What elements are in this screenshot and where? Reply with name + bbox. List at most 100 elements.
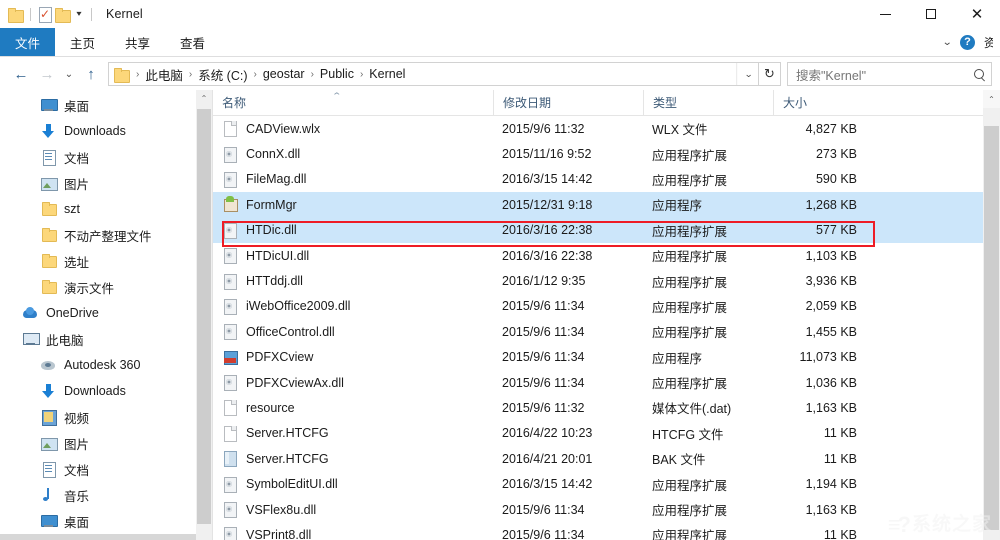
sidebar-item-0[interactable]: 桌面⚲: [0, 92, 212, 118]
breadcrumb-dropdown-icon[interactable]: ⌄: [736, 63, 760, 85]
file-date-cell: 2015/9/6 11:34: [502, 502, 585, 517]
close-button[interactable]: ✕: [954, 0, 1000, 28]
sidebar-item-5[interactable]: 不动产整理文件: [0, 222, 212, 248]
breadcrumb-sep-0: ›: [136, 68, 140, 80]
minimize-button[interactable]: [862, 0, 908, 28]
breadcrumb-bar[interactable]: › 此电脑 › 系统 (C:) › geostar › Public › Ker…: [108, 62, 759, 86]
download-icon: [40, 123, 57, 139]
tab-file[interactable]: 文件: [0, 28, 56, 56]
table-row[interactable]: FormMgr 2015/12/31 9:18 应用程序 1,268 KB: [213, 192, 1000, 218]
refresh-button[interactable]: ↻: [759, 62, 781, 86]
file-name-label: resource: [246, 400, 295, 415]
file-name-label: Server.HTCFG: [246, 426, 329, 441]
table-row[interactable]: resource 2015/9/6 11:32 媒体文件(.dat) 1,163 KB: [213, 395, 1000, 420]
sidebar-item-14[interactable]: 文档: [0, 456, 212, 482]
tab-share[interactable]: 共享: [110, 28, 165, 56]
table-row[interactable]: FileMag.dll 2016/3/15 14:42 应用程序扩展 590 KB: [213, 167, 1000, 192]
new-folder-icon[interactable]: [55, 7, 71, 23]
column-header-type-label: 类型: [653, 96, 678, 110]
tab-view[interactable]: 查看: [165, 28, 220, 56]
sidebar-item-17[interactable]: 系统 (C:): [0, 534, 212, 540]
music-icon: [40, 487, 57, 503]
table-row[interactable]: Server.HTCFG 2016/4/22 10:23 HTCFG 文件 11 KB: [213, 421, 1000, 446]
back-arrow-icon: ←: [13, 65, 29, 83]
sidebar-item-4[interactable]: szt: [0, 196, 212, 222]
file-size-cell: 11,073 KB: [799, 350, 857, 365]
table-row[interactable]: ConnX.dll 2015/11/16 9:52 应用程序扩展 273 KB: [213, 141, 1000, 166]
table-row[interactable]: HTTddj.dll 2016/1/12 9:35 应用程序扩展 3,936 KB: [213, 268, 1000, 293]
table-row[interactable]: SymbolEditUI.dll 2016/3/15 14:42 应用程序扩展 1,1…: [213, 471, 1000, 496]
sidebar-item-11[interactable]: Downloads: [0, 378, 212, 404]
blank-file-icon: [222, 425, 238, 442]
table-row[interactable]: HTDic.dll 2016/3/16 22:38 应用程序扩展 577 KB: [213, 217, 1000, 243]
maximize-button[interactable]: [908, 0, 954, 28]
breadcrumb-item-geostar[interactable]: geostar: [260, 67, 308, 81]
sidebar-item-3[interactable]: 图片⚲: [0, 170, 212, 196]
column-header-date[interactable]: 修改日期: [493, 90, 643, 116]
column-header-name[interactable]: 名称 ⌃: [213, 90, 493, 116]
column-header-size[interactable]: 大小: [773, 90, 863, 116]
qat-divider-1: [30, 7, 31, 21]
scrollbar-thumb[interactable]: [984, 126, 999, 530]
sidebar-item-16[interactable]: 桌面: [0, 508, 212, 534]
sidebar-item-6[interactable]: 选址: [0, 248, 212, 274]
table-row[interactable]: HTDicUI.dll 2016/3/16 22:38 应用程序扩展 1,103 KB: [213, 243, 1000, 268]
table-row[interactable]: Server.HTCFG 2016/4/21 20:01 BAK 文件 11 KB: [213, 446, 1000, 471]
file-list-scrollbar[interactable]: ⌃: [983, 90, 1000, 540]
search-input[interactable]: 搜索"Kernel": [787, 62, 992, 86]
breadcrumb-item-kernel[interactable]: Kernel: [366, 67, 408, 81]
file-name-label: iWebOffice2009.dll: [246, 299, 351, 314]
table-row[interactable]: PDFXCview 2015/9/6 11:34 应用程序 11,073 KB: [213, 345, 1000, 370]
sidebar-item-7[interactable]: 演示文件: [0, 274, 212, 300]
sidebar-item-label: 演示文件: [64, 281, 115, 296]
sidebar-item-label: 桌面: [64, 99, 90, 114]
chevron-down-icon[interactable]: ⌄: [942, 37, 952, 48]
recent-locations-button[interactable]: ⌄: [60, 61, 78, 87]
sidebar-item-1[interactable]: Downloads⚲: [0, 118, 212, 144]
blank-file-icon: [222, 399, 238, 417]
table-row[interactable]: VSPrint8.dll 2015/9/6 11:34 应用程序扩展 11 KB: [213, 522, 1000, 540]
sidebar-item-15[interactable]: 音乐: [0, 482, 212, 508]
file-date-cell: 2016/3/16 22:38: [502, 223, 593, 238]
forward-button[interactable]: →: [34, 61, 60, 87]
folder-icon: [40, 227, 57, 243]
properties-icon[interactable]: ✓: [38, 6, 52, 23]
qat-dropdown-icon[interactable]: ▾: [72, 9, 85, 19]
folder-icon: [40, 279, 57, 295]
file-size-cell: 11 KB: [823, 426, 857, 441]
back-button[interactable]: ←: [8, 61, 34, 87]
pdf-exe-icon: [222, 349, 238, 366]
column-header-type[interactable]: 类型: [643, 90, 773, 116]
table-row[interactable]: OfficeControl.dll 2015/9/6 11:34 应用程序扩展 1,4…: [213, 319, 1000, 344]
file-name-label: FormMgr: [246, 197, 297, 212]
table-row[interactable]: PDFXCviewAx.dll 2015/9/6 11:34 应用程序扩展 1,036…: [213, 370, 1000, 395]
scrollbar-thumb[interactable]: [197, 109, 211, 524]
sidebar-item-12[interactable]: 视频: [0, 404, 212, 430]
scroll-up-button[interactable]: ⌃: [196, 90, 212, 107]
sidebar-item-13[interactable]: 图片: [0, 430, 212, 456]
tab-home[interactable]: 主页: [55, 28, 110, 56]
breadcrumb-item-public[interactable]: Public: [317, 67, 357, 81]
breadcrumb-item-this-pc[interactable]: 此电脑: [142, 65, 186, 84]
file-explorer-window: ✓ ▾ Kernel ✕ 文件 主页 共享 查看 ⌄ ? 资 ← → ⌄ ↑ ›…: [0, 0, 1000, 540]
dll-file-icon: [222, 476, 238, 493]
table-row[interactable]: iWebOffice2009.dll 2015/9/6 11:34 应用程序扩展 2,…: [213, 294, 1000, 319]
sort-ascending-icon: ⌃: [331, 90, 343, 101]
table-row[interactable]: CADView.wlx 2015/9/6 11:32 WLX 文件 4,827 KB: [213, 116, 1000, 141]
folder-icon: [114, 67, 130, 83]
file-date-cell: 2016/3/15 14:42: [502, 172, 593, 187]
file-date-cell: 2015/9/6 11:34: [502, 299, 585, 314]
sidebar-item-8[interactable]: OneDrive: [0, 300, 212, 326]
folder-icon[interactable]: [8, 7, 24, 23]
up-button[interactable]: ↑: [78, 61, 104, 87]
sidebar-item-10[interactable]: Autodesk 360: [0, 352, 212, 378]
scroll-up-button[interactable]: ⌃: [983, 90, 1000, 108]
sidebar-item-2[interactable]: 文档⚲: [0, 144, 212, 170]
sidebar-item-9[interactable]: 此电脑: [0, 326, 212, 352]
table-row[interactable]: VSFlex8u.dll 2015/9/6 11:34 应用程序扩展 1,163 KB: [213, 497, 1000, 522]
file-type-cell: 应用程序扩展: [652, 250, 728, 265]
help-icon[interactable]: ?: [960, 34, 975, 50]
nav-pane-scrollbar[interactable]: ⌃: [196, 90, 212, 540]
pictures-icon: [40, 175, 58, 191]
breadcrumb-item-system-c[interactable]: 系统 (C:): [195, 65, 250, 84]
